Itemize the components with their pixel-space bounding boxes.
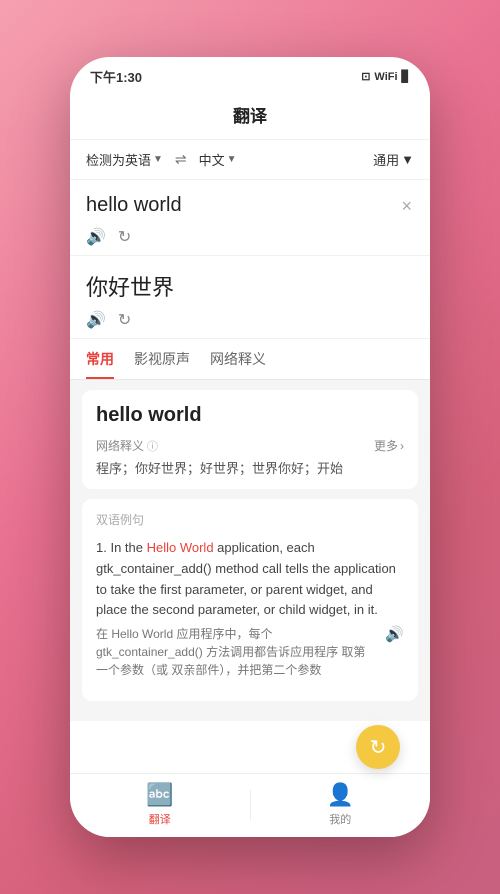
battery-icon: ⊡ xyxy=(361,70,370,83)
target-language-button[interactable]: 中文 ▼ xyxy=(199,150,237,169)
status-icons: ⊡ WiFi ▊ xyxy=(361,70,410,83)
highlight-text: Hello World xyxy=(147,540,214,555)
input-speak-icon[interactable]: 🔊 xyxy=(86,227,106,247)
status-time: 下午1:30 xyxy=(90,67,142,86)
output-area: 你好世界 🔊 ↻ xyxy=(70,256,430,339)
clear-button[interactable]: × xyxy=(399,194,414,219)
source-language-button[interactable]: 检测为英语 ▼ xyxy=(86,150,163,169)
bilingual-num: 1. xyxy=(96,540,107,555)
content-area: hello world 网络释义 ⓘ 更多 › 程序；你好世界；好世界；世界你好… xyxy=(70,380,430,721)
mode-arrow: ▼ xyxy=(401,152,414,167)
wifi-icon: WiFi xyxy=(374,71,397,83)
definition-card: hello world 网络释义 ⓘ 更多 › 程序；你好世界；好世界；世界你好… xyxy=(82,390,418,489)
target-lang-arrow: ▼ xyxy=(227,154,237,165)
more-chevron-icon: › xyxy=(400,439,404,453)
output-copy-icon[interactable]: ↻ xyxy=(118,310,131,330)
input-area: hello world × 🔊 ↻ xyxy=(70,180,430,256)
nav-translate[interactable]: 🔤 翻译 xyxy=(70,782,250,827)
tab-movie[interactable]: 影视原声 xyxy=(134,339,190,379)
refresh-fab[interactable]: ↻ xyxy=(356,725,400,769)
info-icon: ⓘ xyxy=(147,438,158,454)
definition-meanings: 程序；你好世界；好世界；世界你好；开始 xyxy=(96,458,404,477)
language-bar: 检测为英语 ▼ ⇌ 中文 ▼ 通用 ▼ xyxy=(70,140,430,180)
status-bar: 下午1:30 ⊡ WiFi ▊ xyxy=(70,57,430,92)
refresh-icon: ↻ xyxy=(370,735,387,760)
input-copy-icon[interactable]: ↻ xyxy=(118,227,131,247)
signal-icon: ▊ xyxy=(402,70,410,83)
swap-languages-icon[interactable]: ⇌ xyxy=(171,151,191,168)
network-def-label: 网络释义 ⓘ xyxy=(96,437,158,454)
more-button[interactable]: 更多 › xyxy=(374,437,404,454)
translate-icon: 🔤 xyxy=(146,782,173,808)
tab-network[interactable]: 网络释义 xyxy=(210,339,266,379)
bilingual-section: 双语例句 1. In the Hello World application, … xyxy=(82,499,418,701)
definition-word: hello world xyxy=(96,404,404,427)
tab-common[interactable]: 常用 xyxy=(86,339,114,379)
en-sentence: 1. In the Hello World application, each … xyxy=(96,538,404,621)
output-speak-icon[interactable]: 🔊 xyxy=(86,310,106,330)
zh-sentence: 在 Hello World 应用程序中，每个 gtk_container_add… xyxy=(96,625,377,679)
source-lang-arrow: ▼ xyxy=(153,154,163,165)
bottom-nav: 🔤 翻译 👤 我的 xyxy=(70,773,430,837)
nav-translate-label: 翻译 xyxy=(149,811,171,827)
tabs-bar: 常用 影视原声 网络释义 xyxy=(70,339,430,380)
bottom-section: ↻ 🔤 翻译 👤 我的 xyxy=(70,773,430,837)
bilingual-item: 1. In the Hello World application, each … xyxy=(96,538,404,679)
nav-profile-label: 我的 xyxy=(329,811,351,827)
bilingual-title: 双语例句 xyxy=(96,511,404,528)
profile-icon: 👤 xyxy=(327,782,354,808)
output-text: 你好世界 xyxy=(86,270,414,302)
zh-speak-icon[interactable]: 🔊 xyxy=(385,625,404,643)
nav-profile[interactable]: 👤 我的 xyxy=(251,782,431,827)
app-title: 翻译 xyxy=(70,92,430,140)
input-text[interactable]: hello world xyxy=(86,194,399,217)
mode-button[interactable]: 通用 ▼ xyxy=(373,150,414,169)
